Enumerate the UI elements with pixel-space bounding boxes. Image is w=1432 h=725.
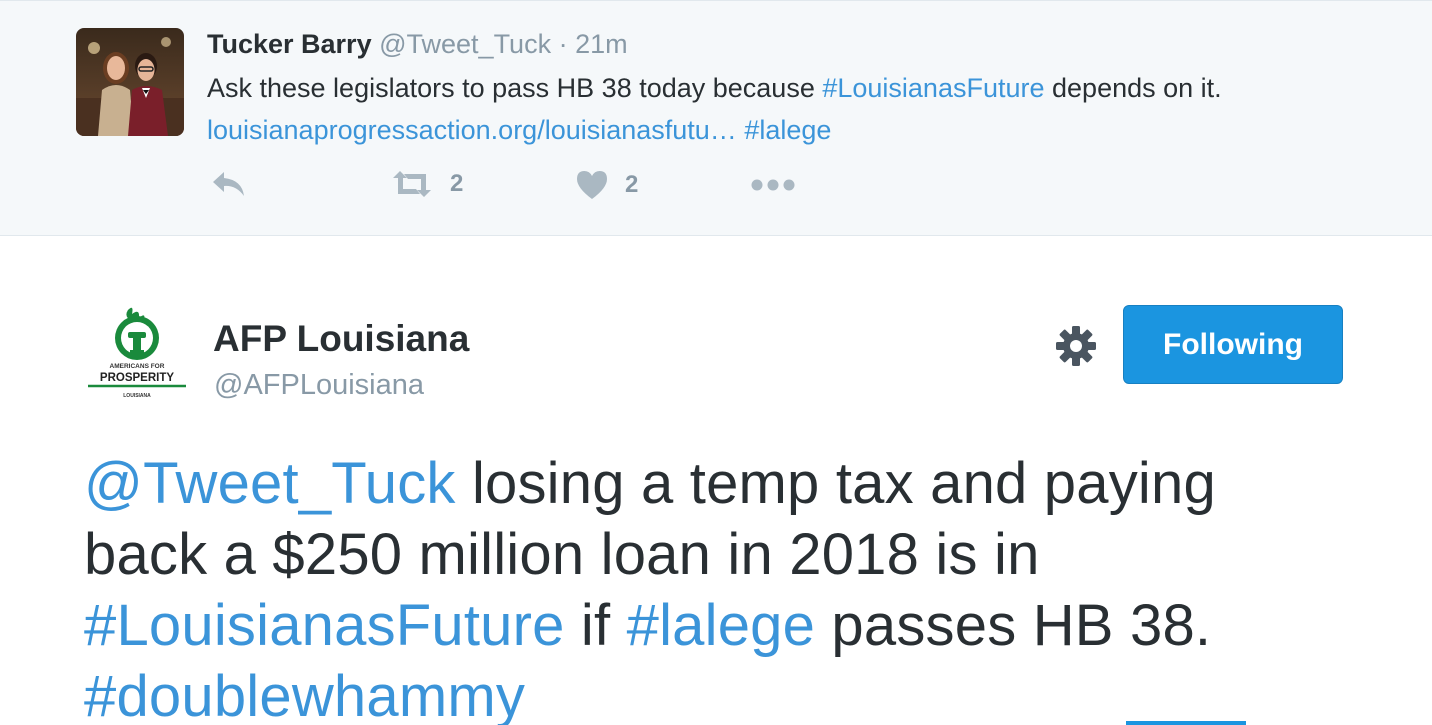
header-separator: · — [558, 29, 568, 59]
reply-icon — [213, 172, 244, 196]
more-options-button[interactable] — [750, 177, 796, 193]
afp-louisiana-avatar[interactable]: AMERICANS FOR PROSPERITY LOUISIANA — [84, 306, 190, 412]
text-segment: depends on it. — [1044, 73, 1222, 103]
like-button[interactable]: 2 — [575, 169, 638, 201]
gear-icon — [1056, 326, 1096, 366]
like-count: 2 — [625, 171, 639, 198]
heart-icon — [577, 171, 607, 199]
text-segment: if — [564, 593, 627, 658]
hashtag-louisianasfuture[interactable]: #LouisianasFuture — [84, 593, 565, 658]
url-link[interactable]: louisianaprogressaction.org/louisianasfu… — [207, 115, 737, 145]
following-button[interactable]: Following — [1123, 305, 1343, 384]
retweet-icon — [393, 171, 431, 197]
hashtag-lalege[interactable]: #lalege — [627, 593, 815, 658]
parent-avatar[interactable] — [76, 28, 184, 136]
logo-line2: PROSPERITY — [100, 372, 174, 384]
logo-line1: AMERICANS FOR — [110, 363, 165, 370]
mention-tweet-tuck[interactable]: @Tweet_Tuck — [84, 451, 456, 516]
parent-author-handle[interactable]: @Tweet_Tuck — [379, 29, 551, 59]
hashtag-lalege[interactable]: #lalege — [744, 115, 831, 145]
more-dots-icon — [751, 179, 795, 191]
partial-button-edge — [1126, 721, 1246, 725]
parent-author-name[interactable]: Tucker Barry — [207, 29, 372, 59]
hashtag-doublewhammy[interactable]: #doublewhammy — [84, 664, 525, 725]
author-handle[interactable]: @AFPLouisiana — [214, 369, 424, 402]
parent-tweet-header: Tucker Barry @Tweet_Tuck · 21m — [207, 28, 628, 60]
author-name[interactable]: AFP Louisiana — [213, 318, 469, 360]
tweet-text: @Tweet_Tuck losing a temp tax and paying… — [84, 448, 1344, 725]
parent-tweet-actions: 2 2 — [0, 169, 1000, 213]
parent-tweet-text: Ask these legislators to pass HB 38 toda… — [207, 67, 1357, 151]
retweet-button[interactable]: 2 — [390, 169, 463, 199]
text-segment: passes HB 38. — [815, 593, 1212, 658]
retweet-count: 2 — [450, 170, 464, 197]
hashtag-louisianasfuture[interactable]: #LouisianasFuture — [822, 73, 1044, 103]
logo-line3: LOUISIANA — [123, 393, 151, 399]
reply-button[interactable] — [210, 169, 248, 199]
user-actions-gear-button[interactable] — [1052, 322, 1100, 370]
parent-timestamp[interactable]: 21m — [575, 29, 628, 59]
parent-tweet[interactable]: Tucker Barry @Tweet_Tuck · 21m Ask these… — [0, 0, 1432, 236]
tweet-permalink-page: Tucker Barry @Tweet_Tuck · 21m Ask these… — [0, 0, 1432, 725]
text-segment: Ask these legislators to pass HB 38 toda… — [207, 73, 823, 103]
